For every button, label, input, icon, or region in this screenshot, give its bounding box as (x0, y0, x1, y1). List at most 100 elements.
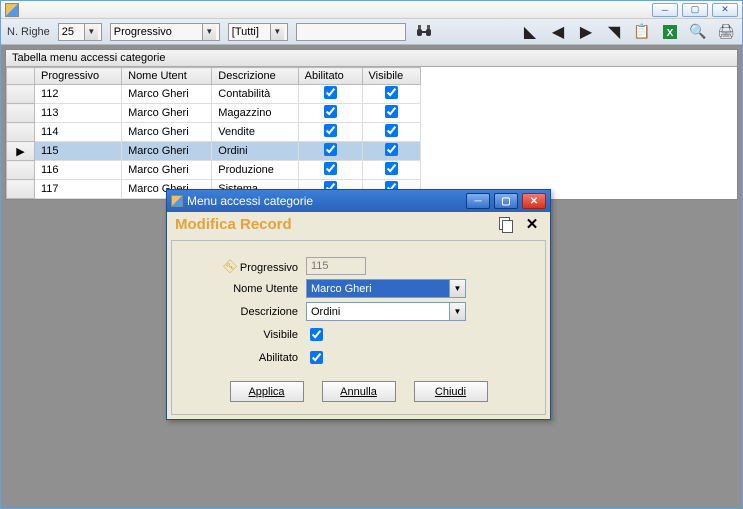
cell-abil[interactable] (298, 123, 362, 142)
match-filter-value: [Tutti] (232, 26, 259, 38)
nav-last-icon[interactable]: ◥ (604, 22, 624, 42)
paste-icon[interactable]: 📋 (632, 22, 652, 42)
cell-prog[interactable]: 112 (35, 85, 122, 104)
copy-icon[interactable] (496, 214, 516, 234)
abil-checkbox[interactable] (324, 105, 337, 118)
abil-checkbox[interactable] (324, 124, 337, 137)
vis-checkbox[interactable] (385, 86, 398, 99)
cell-vis[interactable] (362, 161, 420, 180)
app-icon (5, 3, 19, 17)
binoculars-icon[interactable] (414, 22, 434, 42)
abil-checkbox[interactable] (324, 162, 337, 175)
match-filter-combo[interactable]: [Tutti] ▼ (228, 23, 288, 41)
table-corner (7, 68, 35, 85)
cell-abil[interactable] (298, 142, 362, 161)
abil-checkbox[interactable] (324, 86, 337, 99)
cell-prog[interactable]: 113 (35, 104, 122, 123)
descrizione-value: Ordini (307, 303, 449, 320)
data-table: Progressivo Nome Utent Descrizione Abili… (6, 67, 421, 199)
cell-prog[interactable]: 117 (35, 180, 122, 199)
dialog-heading: Modifica Record (175, 216, 490, 233)
dialog-close-button[interactable]: ✕ (522, 193, 546, 209)
cell-abil[interactable] (298, 161, 362, 180)
cell-vis[interactable] (362, 123, 420, 142)
search-icon[interactable]: 🔍 (688, 22, 708, 42)
cell-user[interactable]: Marco Gheri (122, 142, 212, 161)
cell-user[interactable]: Marco Gheri (122, 104, 212, 123)
abilitato-checkbox[interactable] (310, 351, 323, 364)
cell-user[interactable]: Marco Gheri (122, 123, 212, 142)
app-icon (171, 195, 183, 207)
excel-icon[interactable]: X (660, 22, 680, 42)
print-icon[interactable]: 🖨 (716, 22, 736, 42)
table-row[interactable]: 116Marco GheriProduzione (7, 161, 421, 180)
chevron-down-icon: ▼ (84, 24, 98, 40)
table-row[interactable]: 112Marco GheriContabilità (7, 85, 421, 104)
progressivo-field: 115 (306, 257, 366, 275)
cell-vis[interactable] (362, 142, 420, 161)
search-input[interactable] (296, 23, 406, 41)
nome-utente-select[interactable]: Marco Gheri ▼ (306, 279, 466, 298)
descrizione-select[interactable]: Ordini ▼ (306, 302, 466, 321)
row-header[interactable] (7, 85, 35, 104)
righe-combo[interactable]: 25 ▼ (58, 23, 102, 41)
close-x-icon[interactable]: ✕ (522, 214, 542, 234)
column-filter-combo[interactable]: Progressivo ▼ (110, 23, 220, 41)
table-row[interactable]: ▶115Marco GheriOrdini (7, 142, 421, 161)
applica-button[interactable]: Applica (230, 381, 304, 402)
dialog-minimize-button[interactable]: ─ (466, 193, 490, 209)
nav-next-icon[interactable]: ▶ (576, 22, 596, 42)
window-controls: ─ ▢ ✕ (652, 3, 738, 17)
cell-prog[interactable]: 115 (35, 142, 122, 161)
col-abilitato[interactable]: Abilitato (298, 68, 362, 85)
row-header[interactable]: ▶ (7, 142, 35, 161)
maximize-button[interactable]: ▢ (682, 3, 708, 17)
dialog-maximize-button[interactable]: ▢ (494, 193, 518, 209)
chiudi-button[interactable]: Chiudi (414, 381, 488, 402)
close-button[interactable]: ✕ (712, 3, 738, 17)
progressivo-label: ⚿Progressivo (188, 258, 306, 275)
nome-utente-value: Marco Gheri (307, 280, 449, 297)
cell-desc[interactable]: Magazzino (212, 104, 298, 123)
row-header[interactable] (7, 123, 35, 142)
cell-prog[interactable]: 114 (35, 123, 122, 142)
col-progressivo[interactable]: Progressivo (35, 68, 122, 85)
dialog-buttons: Applica Annulla Chiudi (188, 371, 529, 406)
row-header[interactable] (7, 180, 35, 199)
righe-value: 25 (62, 26, 74, 38)
cell-vis[interactable] (362, 85, 420, 104)
minimize-button[interactable]: ─ (652, 3, 678, 17)
vis-checkbox[interactable] (385, 162, 398, 175)
row-header[interactable] (7, 104, 35, 123)
cell-user[interactable]: Marco Gheri (122, 161, 212, 180)
cell-desc[interactable]: Vendite (212, 123, 298, 142)
abilitato-label: Abilitato (188, 352, 306, 364)
nome-label: Nome Utente (188, 283, 306, 295)
vis-checkbox[interactable] (385, 124, 398, 137)
annulla-button[interactable]: Annulla (322, 381, 396, 402)
cell-abil[interactable] (298, 85, 362, 104)
col-descrizione[interactable]: Descrizione (212, 68, 298, 85)
col-nome[interactable]: Nome Utent (122, 68, 212, 85)
cell-desc[interactable]: Produzione (212, 161, 298, 180)
table-row[interactable]: 113Marco GheriMagazzino (7, 104, 421, 123)
vis-checkbox[interactable] (385, 105, 398, 118)
cell-abil[interactable] (298, 104, 362, 123)
visibile-checkbox[interactable] (310, 328, 323, 341)
descrizione-label: Descrizione (188, 306, 306, 318)
table-row[interactable]: 114Marco GheriVendite (7, 123, 421, 142)
vis-checkbox[interactable] (385, 143, 398, 156)
cell-desc[interactable]: Ordini (212, 142, 298, 161)
dialog-titlebar[interactable]: Menu accessi categorie ─ ▢ ✕ (167, 190, 550, 212)
cell-user[interactable]: Marco Gheri (122, 85, 212, 104)
righe-label: N. Righe (7, 26, 50, 38)
col-visibile[interactable]: Visibile (362, 68, 420, 85)
cell-vis[interactable] (362, 104, 420, 123)
nav-prev-icon[interactable]: ◀ (548, 22, 568, 42)
cell-desc[interactable]: Contabilità (212, 85, 298, 104)
cell-prog[interactable]: 116 (35, 161, 122, 180)
row-header[interactable] (7, 161, 35, 180)
chevron-down-icon: ▼ (449, 280, 465, 297)
abil-checkbox[interactable] (324, 143, 337, 156)
nav-first-icon[interactable]: ◣ (520, 22, 540, 42)
